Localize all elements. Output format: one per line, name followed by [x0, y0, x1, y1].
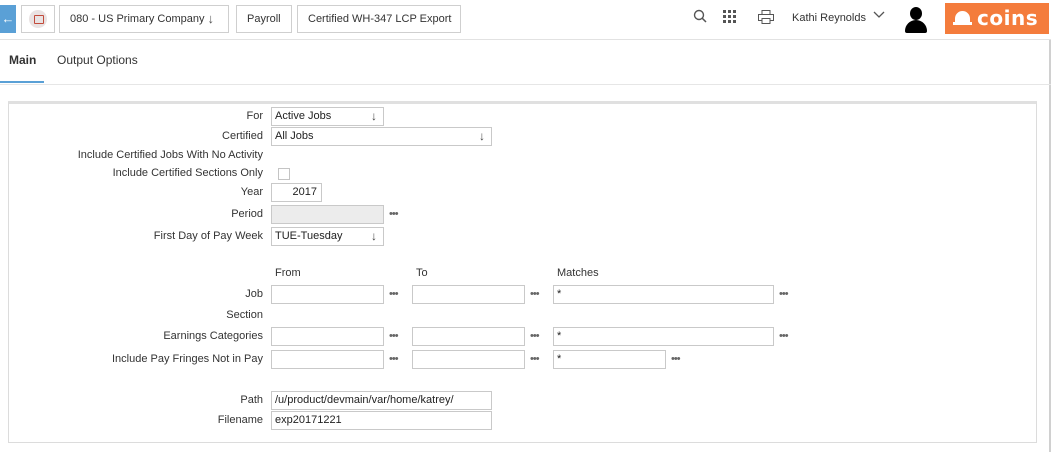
- certified-select[interactable]: All Jobs ↓: [271, 127, 492, 146]
- chevron-down-icon: ↓: [371, 229, 377, 243]
- chevron-down-icon: ↓: [371, 109, 377, 123]
- earnings-label: Earnings Categories: [163, 330, 263, 342]
- certified-value: All Jobs: [275, 130, 314, 142]
- grid-icon[interactable]: [723, 10, 736, 26]
- period-lookup-icon[interactable]: •••: [389, 208, 399, 220]
- earnings-to-lookup-icon[interactable]: •••: [530, 330, 540, 342]
- earnings-from-lookup-icon[interactable]: •••: [389, 330, 399, 342]
- printer-icon: [29, 10, 47, 28]
- section-label: Section: [226, 309, 263, 321]
- earnings-matches-lookup-icon[interactable]: •••: [779, 330, 789, 342]
- tab-main[interactable]: Main: [0, 53, 45, 83]
- first-day-select[interactable]: TUE-Tuesday ↓: [271, 227, 384, 246]
- pay-fringes-from-input[interactable]: [271, 350, 384, 369]
- user-menu-chevron-icon[interactable]: [873, 9, 885, 23]
- no-activity-label: Include Certified Jobs With No Activity: [77, 149, 263, 161]
- pay-fringes-matches-input[interactable]: *: [553, 350, 666, 369]
- breadcrumb-payroll[interactable]: Payroll: [236, 5, 292, 33]
- pay-fringes-matches-lookup-icon[interactable]: •••: [671, 353, 681, 365]
- avatar-icon[interactable]: [902, 5, 930, 33]
- job-matches-input[interactable]: *: [553, 285, 774, 304]
- from-header: From: [275, 267, 301, 279]
- earnings-matches-input[interactable]: *: [553, 327, 774, 346]
- for-value: Active Jobs: [275, 110, 332, 122]
- user-name[interactable]: Kathi Reynolds: [792, 12, 866, 24]
- tab-output-options[interactable]: Output Options: [57, 53, 138, 67]
- company-label: 080 - US Primary Company: [70, 13, 205, 25]
- breadcrumb-payroll-label: Payroll: [247, 13, 281, 25]
- page-title: Certified WH-347 LCP Export: [308, 13, 452, 25]
- breadcrumb-home[interactable]: [21, 5, 55, 33]
- first-day-label: First Day of Pay Week: [153, 230, 263, 242]
- job-from-input[interactable]: [271, 285, 384, 304]
- coins-logo: coins: [945, 3, 1049, 34]
- chevron-down-icon: ↓: [479, 129, 485, 143]
- filename-label: Filename: [217, 414, 263, 426]
- chevron-down-icon: ↓: [207, 11, 215, 26]
- for-label: For: [246, 110, 264, 122]
- year-input[interactable]: 2017: [271, 183, 322, 202]
- path-input[interactable]: /u/product/devmain/var/home/katrey/: [271, 391, 492, 410]
- for-select[interactable]: Active Jobs ↓: [271, 107, 384, 126]
- pay-fringes-label: Include Pay Fringes Not in Pay: [111, 353, 263, 365]
- job-to-lookup-icon[interactable]: •••: [530, 288, 540, 300]
- to-header: To: [416, 267, 428, 279]
- hardhat-icon: [953, 11, 972, 25]
- pay-fringes-to-input[interactable]: [412, 350, 525, 369]
- matches-header: Matches: [557, 267, 599, 279]
- filename-input[interactable]: exp20171221: [271, 411, 492, 430]
- job-from-lookup-icon[interactable]: •••: [389, 288, 399, 300]
- year-label: Year: [240, 186, 263, 198]
- certified-label: Certified: [222, 130, 263, 142]
- search-icon[interactable]: [693, 9, 707, 26]
- breadcrumb-page: Certified WH-347 LCP Export: [297, 5, 461, 33]
- logo-text: coins: [977, 6, 1039, 30]
- path-label: Path: [240, 394, 263, 406]
- period-input[interactable]: [271, 205, 384, 224]
- tab-bar: Main Output Options: [0, 41, 1051, 85]
- pay-fringes-to-lookup-icon[interactable]: •••: [530, 353, 540, 365]
- job-label: Job: [245, 288, 263, 300]
- sections-only-checkbox[interactable]: [278, 168, 290, 180]
- job-to-input[interactable]: [412, 285, 525, 304]
- sections-only-label: Include Certified Sections Only: [112, 167, 263, 179]
- top-bar: ← 080 - US Primary Company ↓ Payroll Cer…: [0, 0, 1051, 40]
- pay-fringes-from-lookup-icon[interactable]: •••: [389, 353, 399, 365]
- period-label: Period: [231, 208, 263, 220]
- job-matches-lookup-icon[interactable]: •••: [779, 288, 789, 300]
- company-selector[interactable]: 080 - US Primary Company ↓: [59, 5, 229, 33]
- earnings-to-input[interactable]: [412, 327, 525, 346]
- print-icon[interactable]: [758, 10, 774, 27]
- back-arrow-icon[interactable]: ←: [0, 5, 16, 33]
- earnings-from-input[interactable]: [271, 327, 384, 346]
- first-day-value: TUE-Tuesday: [275, 230, 343, 242]
